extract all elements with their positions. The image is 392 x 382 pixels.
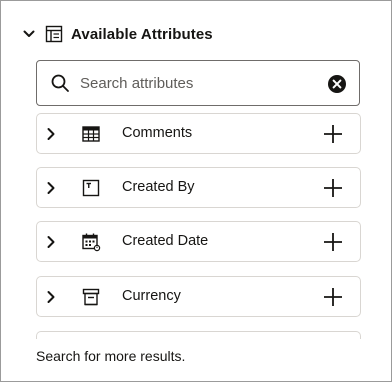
- text-field-icon: [81, 178, 101, 198]
- plus-icon[interactable]: [322, 123, 344, 145]
- table-icon: [81, 124, 101, 144]
- plus-icon[interactable]: [322, 177, 344, 199]
- panel-title: Available Attributes: [71, 25, 213, 43]
- attribute-label: Currency: [122, 288, 181, 304]
- attribute-row-clipped: [36, 331, 361, 339]
- plus-icon[interactable]: [322, 231, 344, 253]
- chevron-right-icon[interactable]: [42, 179, 60, 197]
- chevron-right-icon[interactable]: [42, 125, 60, 143]
- chevron-right-icon[interactable]: [42, 233, 60, 251]
- more-results-hint: Search for more results.: [36, 348, 186, 364]
- calendar-icon: [81, 232, 101, 252]
- plus-icon[interactable]: [322, 286, 344, 308]
- search-box: [36, 60, 360, 106]
- available-attributes-panel: Available Attributes Search attributes C…: [0, 0, 392, 382]
- attribute-row-comments[interactable]: Comments: [36, 113, 361, 154]
- chevron-right-icon[interactable]: [42, 288, 60, 306]
- attribute-label: Comments: [122, 125, 193, 141]
- attribute-row-created-date[interactable]: Created Date: [36, 221, 361, 262]
- currency-field-icon: [81, 287, 101, 307]
- clear-circle-icon[interactable]: [327, 74, 347, 94]
- attribute-label: Created By: [122, 179, 195, 195]
- attribute-label: Created Date: [122, 233, 209, 249]
- search-input[interactable]: [80, 74, 310, 92]
- panel-header[interactable]: Available Attributes: [21, 23, 213, 45]
- chevron-down-icon[interactable]: [21, 26, 37, 42]
- attribute-row-created-by[interactable]: Created By: [36, 167, 361, 208]
- attribute-row-currency[interactable]: Currency: [36, 276, 361, 317]
- attributes-panel-icon: [45, 25, 63, 43]
- search-icon: [50, 73, 70, 93]
